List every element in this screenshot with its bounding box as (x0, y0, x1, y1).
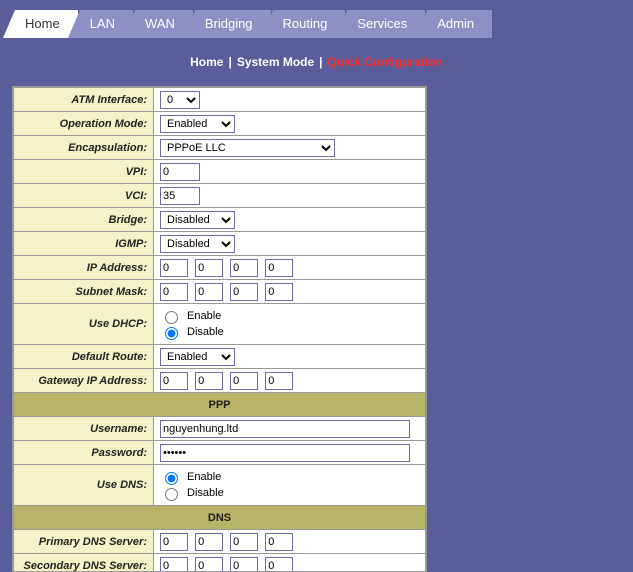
breadcrumb-system-mode[interactable]: System Mode (237, 55, 314, 69)
dhcp-enable-radio[interactable] (165, 311, 178, 324)
mask-octet-1[interactable] (160, 283, 188, 301)
encap-select[interactable]: PPPoE LLC (160, 139, 335, 157)
label-encap: Encapsulation: (14, 136, 154, 160)
usedns-disable-label: Disable (187, 485, 224, 501)
label-bridge: Bridge: (14, 208, 154, 232)
ip-octet-3[interactable] (230, 259, 258, 277)
sdns-octet-2[interactable] (195, 557, 223, 572)
section-ppp: PPP (14, 393, 426, 417)
label-dhcp: Use DHCP: (14, 304, 154, 345)
label-defroute: Default Route: (14, 345, 154, 369)
atm-select[interactable]: 0 (160, 91, 200, 109)
password-input[interactable] (160, 444, 410, 462)
mask-octet-2[interactable] (195, 283, 223, 301)
mask-octet-4[interactable] (265, 283, 293, 301)
label-gw: Gateway IP Address: (14, 369, 154, 393)
sdns-octet-1[interactable] (160, 557, 188, 572)
tab-services[interactable]: Services (347, 10, 425, 38)
sdns-octet-3[interactable] (230, 557, 258, 572)
gw-octet-4[interactable] (265, 372, 293, 390)
label-opmode: Operation Mode: (14, 112, 154, 136)
ip-octet-1[interactable] (160, 259, 188, 277)
vci-input[interactable] (160, 187, 200, 205)
ip-octet-4[interactable] (265, 259, 293, 277)
tab-bridging[interactable]: Bridging (195, 10, 271, 38)
label-sdns: Secondary DNS Server: (14, 554, 154, 572)
usedns-enable-radio[interactable] (165, 472, 178, 485)
opmode-select[interactable]: Enabled (160, 115, 235, 133)
dhcp-enable-label: Enable (187, 308, 221, 324)
breadcrumb-home[interactable]: Home (190, 55, 223, 69)
defroute-select[interactable]: Enabled (160, 348, 235, 366)
breadcrumb-sep: | (228, 55, 231, 69)
dhcp-disable-label: Disable (187, 324, 224, 340)
breadcrumb-current: Quick Configuration (328, 55, 443, 69)
mask-octet-3[interactable] (230, 283, 258, 301)
label-igmp: IGMP: (14, 232, 154, 256)
sdns-octet-4[interactable] (265, 557, 293, 572)
section-dns: DNS (14, 506, 426, 530)
label-vpi: VPI: (14, 160, 154, 184)
label-atm: ATM Interface: (14, 88, 154, 112)
pdns-octet-4[interactable] (265, 533, 293, 551)
igmp-select[interactable]: Disabled (160, 235, 235, 253)
vpi-input[interactable] (160, 163, 200, 181)
breadcrumb: Home | System Mode | Quick Configuration (0, 38, 633, 86)
gw-octet-2[interactable] (195, 372, 223, 390)
dhcp-disable-radio[interactable] (165, 327, 178, 340)
label-vci: VCI: (14, 184, 154, 208)
tab-admin[interactable]: Admin (427, 10, 492, 38)
usedns-enable-label: Enable (187, 469, 221, 485)
tab-bar: Home LAN WAN Bridging Routing Services A… (0, 0, 633, 38)
pdns-octet-1[interactable] (160, 533, 188, 551)
label-pdns: Primary DNS Server: (14, 530, 154, 554)
label-mask: Subnet Mask: (14, 280, 154, 304)
pdns-octet-3[interactable] (230, 533, 258, 551)
username-input[interactable] (160, 420, 410, 438)
config-table: ATM Interface: 0 Operation Mode: Enabled… (13, 87, 426, 572)
label-usedns: Use DNS: (14, 465, 154, 506)
ip-octet-2[interactable] (195, 259, 223, 277)
gw-octet-3[interactable] (230, 372, 258, 390)
config-panel: ATM Interface: 0 Operation Mode: Enabled… (12, 86, 427, 572)
label-user: Username: (14, 417, 154, 441)
gw-octet-1[interactable] (160, 372, 188, 390)
pdns-octet-2[interactable] (195, 533, 223, 551)
usedns-disable-radio[interactable] (165, 488, 178, 501)
label-ip: IP Address: (14, 256, 154, 280)
label-pass: Password: (14, 441, 154, 465)
breadcrumb-sep: | (319, 55, 322, 69)
bridge-select[interactable]: Disabled (160, 211, 235, 229)
